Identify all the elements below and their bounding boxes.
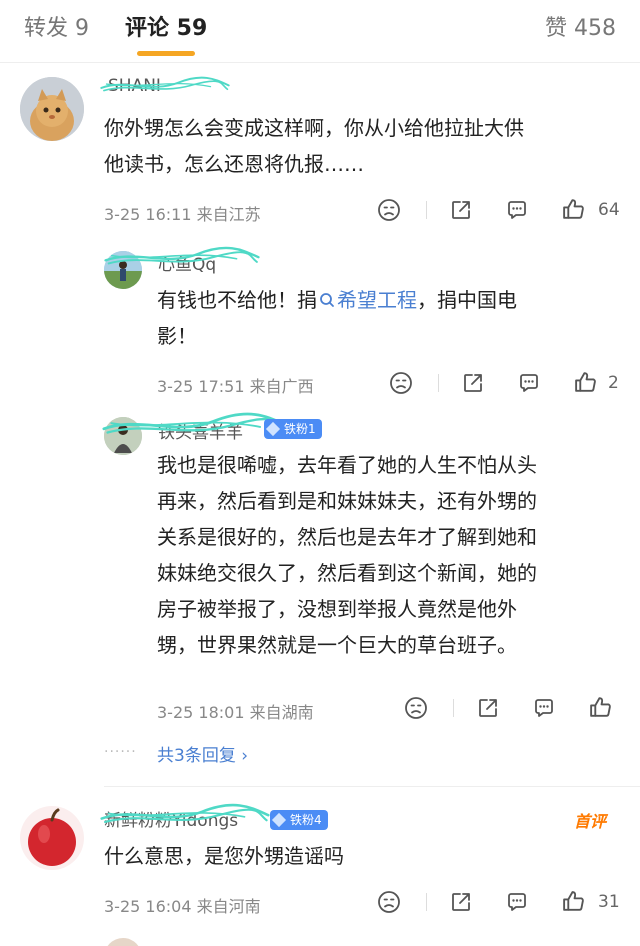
share-icon[interactable] xyxy=(449,890,473,914)
diamond-icon xyxy=(271,812,287,828)
like-icon[interactable] xyxy=(561,197,586,222)
tab-bar: 转发 9 评论 59 赞 458 xyxy=(0,0,640,62)
frown-icon[interactable] xyxy=(389,371,413,395)
comment-text: 你外甥怎么会变成这样啊，你从小给他拉扯大供 他读书，怎么还恩将仇报…… xyxy=(104,116,524,176)
comment-divider xyxy=(104,786,640,787)
first-comment-label: 首评 xyxy=(574,812,607,831)
like-icon[interactable] xyxy=(561,889,586,914)
tab-reposts[interactable]: 转发 9 xyxy=(24,10,89,42)
username[interactable]: 铁头喜羊羊 xyxy=(158,418,243,443)
avatar[interactable] xyxy=(104,251,142,289)
avatar[interactable] xyxy=(20,806,84,870)
diamond-icon xyxy=(265,421,281,437)
fan-badge: 铁粉1 xyxy=(264,419,322,439)
username[interactable]: 新鲜粉粉Yidongs xyxy=(104,806,238,831)
more-replies-link[interactable]: 共3条回复 › xyxy=(157,741,248,766)
like-count: 31 xyxy=(598,892,620,912)
separator xyxy=(453,699,454,717)
active-tab-indicator xyxy=(137,51,195,56)
frown-icon[interactable] xyxy=(377,198,401,222)
separator xyxy=(426,893,427,911)
person-avatar-icon xyxy=(104,417,142,455)
comment-meta: 3-25 18:01 来自湖南 xyxy=(157,703,314,722)
comment-meta: 3-25 16:04 来自河南 xyxy=(104,897,261,916)
comment-text: 有钱也不给他！捐 希望工程，捐中国电 影！ xyxy=(157,288,517,348)
cat-avatar-icon xyxy=(20,77,84,141)
header-divider xyxy=(0,62,640,63)
dots-separator: ······ xyxy=(104,744,137,760)
comment-meta: 3-25 16:11 来自江苏 xyxy=(104,205,261,224)
share-icon[interactable] xyxy=(461,371,485,395)
avatar[interactable] xyxy=(20,77,84,141)
like-icon[interactable] xyxy=(573,370,598,395)
like-icon[interactable] xyxy=(588,695,613,720)
comment-text: 什么意思，是您外甥造谣吗 xyxy=(104,844,344,868)
fan-badge: 铁粉4 xyxy=(270,810,328,830)
frown-icon[interactable] xyxy=(404,696,428,720)
person-avatar-icon xyxy=(104,251,142,289)
comment-icon[interactable] xyxy=(505,198,529,222)
tab-likes[interactable]: 赞 458 xyxy=(545,10,616,42)
search-icon xyxy=(320,293,334,307)
share-icon[interactable] xyxy=(449,198,473,222)
like-count: 2 xyxy=(608,373,619,393)
avatar[interactable] xyxy=(104,417,142,455)
comment-icon[interactable] xyxy=(517,371,541,395)
username[interactable]: SHANI xyxy=(108,76,161,96)
comment-meta: 3-25 17:51 来自广西 xyxy=(157,377,314,396)
username[interactable]: 心鱼Qq xyxy=(158,250,216,275)
separator xyxy=(438,374,439,392)
like-count: 64 xyxy=(598,200,620,220)
comment-icon[interactable] xyxy=(532,696,556,720)
comment-icon[interactable] xyxy=(505,890,529,914)
frown-icon[interactable] xyxy=(377,890,401,914)
tab-comments[interactable]: 评论 59 xyxy=(125,10,207,42)
share-icon[interactable] xyxy=(476,696,500,720)
separator xyxy=(426,201,427,219)
apple-avatar-icon xyxy=(20,806,84,870)
topic-link[interactable]: 希望工程 xyxy=(317,288,417,312)
comment-text: 我也是很唏嘘，去年看了她的人生不怕从头 再来，然后看到是和妹妹妹夫，还有外甥的 … xyxy=(157,453,537,657)
avatar[interactable] xyxy=(104,938,142,946)
